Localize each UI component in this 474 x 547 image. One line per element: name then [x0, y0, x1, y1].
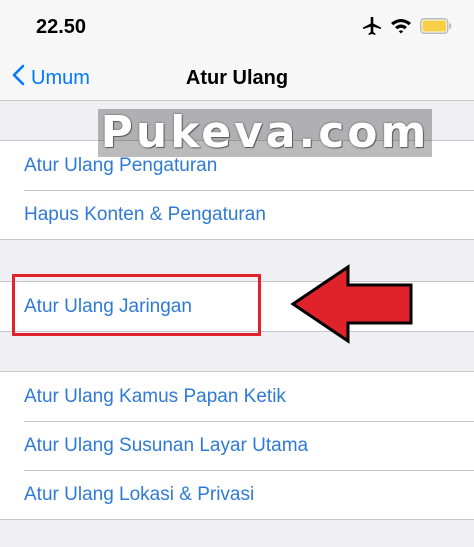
highlight-box	[12, 274, 261, 336]
battery-icon	[420, 17, 452, 39]
reset-home-layout-row[interactable]: Atur Ulang Susunan Layar Utama	[0, 421, 474, 470]
wifi-icon	[390, 17, 412, 40]
reset-location-privacy-row[interactable]: Atur Ulang Lokasi & Privasi	[0, 470, 474, 519]
pointer-arrow-icon	[290, 264, 414, 349]
row-label: Atur Ulang Kamus Papan Ketik	[24, 385, 286, 407]
airplane-icon	[362, 16, 382, 41]
status-bar: 22.50	[0, 0, 474, 56]
watermark-text: Pukeva.com	[100, 107, 430, 158]
reset-keyboard-dictionary-row[interactable]: Atur Ulang Kamus Papan Ketik	[0, 372, 474, 421]
row-label: Atur Ulang Lokasi & Privasi	[24, 483, 255, 505]
row-label: Hapus Konten & Pengaturan	[24, 203, 266, 225]
status-time: 22.50	[36, 16, 87, 38]
erase-content-row[interactable]: Hapus Konten & Pengaturan	[0, 190, 474, 239]
navigation-bar: Umum Atur Ulang	[0, 56, 474, 101]
watermark: Pukeva.com	[98, 109, 432, 157]
settings-group-other: Atur Ulang Kamus Papan Ketik Atur Ulang …	[0, 371, 474, 520]
status-icons	[362, 16, 452, 40]
page-title: Atur Ulang	[185, 67, 289, 89]
row-label: Atur Ulang Susunan Layar Utama	[24, 434, 309, 456]
